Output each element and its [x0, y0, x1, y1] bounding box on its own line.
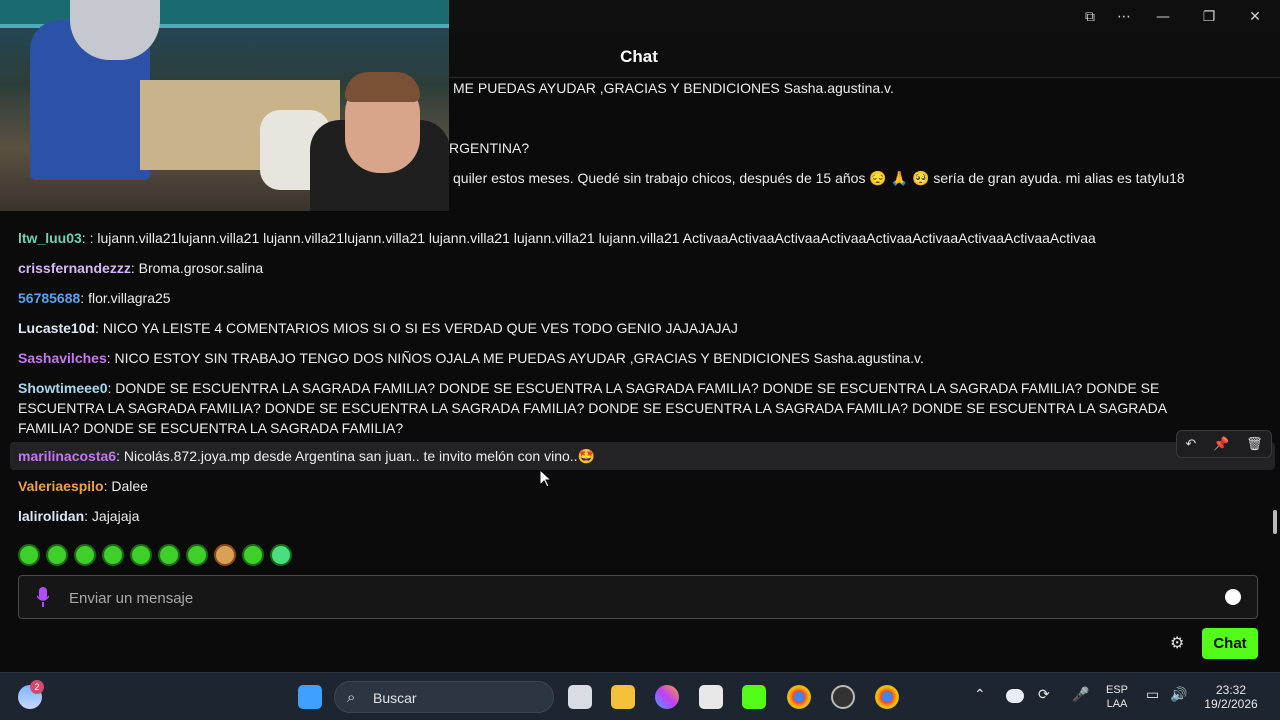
mic-icon[interactable]	[37, 587, 49, 607]
chat-message: crissfernandezzz: Broma.grosor.salina	[18, 260, 264, 276]
username[interactable]: Valeriaespilo	[18, 478, 104, 494]
minimize-icon[interactable]: —	[1152, 6, 1174, 28]
emote-icon[interactable]	[242, 544, 264, 566]
chevron-up-icon[interactable]: ⌃	[974, 687, 986, 701]
chat-message: lalirolidan: Jajajaja	[18, 508, 140, 524]
restore-icon[interactable]: ❐	[1198, 6, 1220, 28]
kick-icon[interactable]	[742, 685, 766, 709]
task-view-icon[interactable]	[568, 685, 592, 709]
emote-icon[interactable]	[130, 544, 152, 566]
volume-icon[interactable]: 🔊	[1170, 687, 1187, 701]
pin-icon[interactable]: 📌	[1213, 437, 1229, 452]
taskbar-search[interactable]: ⌕ Buscar	[334, 681, 554, 713]
chrome-profile-icon[interactable]	[875, 685, 899, 709]
partial-message: ME PUEDAS AYUDAR ,GRACIAS Y BENDICIONES …	[453, 80, 894, 96]
emote-icon[interactable]	[270, 544, 292, 566]
chat-message: ltw_luu03: : lujann.villa21lujann.villa2…	[18, 230, 1096, 246]
emote-icon[interactable]	[102, 544, 124, 566]
emote-icon[interactable]	[186, 544, 208, 566]
weather-badge: 2	[30, 680, 44, 694]
windows-taskbar: 2 ⌕ Buscar ⌃ ⟳ 🎤 ESP LAA ▭ 🔊 23:32 19/2/…	[0, 672, 1280, 720]
username[interactable]: Showtimeee0	[18, 380, 107, 396]
message-actions: ↶ 📌 🗑	[1176, 430, 1272, 458]
stream-video	[0, 0, 449, 211]
network-icon[interactable]: ▭	[1146, 687, 1159, 701]
emoji-picker-icon[interactable]	[1225, 589, 1241, 605]
message-input[interactable]	[69, 586, 1169, 610]
search-icon: ⌕	[347, 688, 356, 706]
sync-icon[interactable]: ⟳	[1038, 687, 1050, 701]
close-icon[interactable]: ✕	[1244, 6, 1266, 28]
emote-bar	[18, 544, 292, 566]
username[interactable]: 56785688	[18, 290, 80, 306]
delete-icon[interactable]: 🗑	[1246, 437, 1263, 452]
chrome-icon[interactable]	[787, 685, 811, 709]
reply-icon[interactable]: ↶	[1185, 437, 1196, 452]
chat-message: Valeriaespilo: Dalee	[18, 478, 148, 494]
chat-title: Chat	[620, 47, 658, 66]
clock[interactable]: 23:32 19/2/2026	[1198, 683, 1264, 711]
more-icon[interactable]: ⋯	[1113, 6, 1135, 28]
emote-icon[interactable]	[74, 544, 96, 566]
emote-icon[interactable]	[46, 544, 68, 566]
username[interactable]: crissfernandezzz	[18, 260, 131, 276]
username[interactable]: lalirolidan	[18, 508, 84, 524]
partial-message: RGENTINA?	[449, 140, 530, 156]
chat-message: marilinacosta6: Nicolás.872.joya.mp desd…	[18, 448, 595, 464]
chat-message: Sashavilches: NICO ESTOY SIN TRABAJO TEN…	[18, 350, 924, 366]
username[interactable]: ltw_luu03	[18, 230, 82, 246]
cursor-icon	[540, 470, 552, 488]
username[interactable]: marilinacosta6	[18, 448, 116, 464]
copilot-icon[interactable]	[655, 685, 679, 709]
emote-icon[interactable]	[214, 544, 236, 566]
scrollbar[interactable]	[1273, 510, 1277, 534]
microphone-icon[interactable]: 🎤	[1072, 687, 1089, 701]
message-input-container	[18, 575, 1258, 619]
search-label: Buscar	[373, 690, 417, 706]
username[interactable]: Sashavilches	[18, 350, 107, 366]
chat-message: 56785688: flor.villagra25	[18, 290, 171, 306]
file-explorer-icon[interactable]	[611, 685, 635, 709]
emote-icon[interactable]	[18, 544, 40, 566]
chat-message: Showtimeee0: DONDE SE ESCUENTRA LA SAGRA…	[18, 380, 1167, 436]
chat-message: Lucaste10d: NICO YA LEISTE 4 COMENTARIOS…	[18, 320, 738, 336]
emote-icon[interactable]	[158, 544, 180, 566]
obs-icon[interactable]	[831, 685, 855, 709]
send-chat-button[interactable]: Chat	[1202, 628, 1258, 659]
partial-message: quiler estos meses. Quedé sin trabajo ch…	[453, 170, 1185, 186]
onedrive-icon[interactable]	[1006, 689, 1024, 703]
windows-start-icon[interactable]	[298, 685, 322, 709]
username[interactable]: Lucaste10d	[18, 320, 95, 336]
settings-icon[interactable]: ⚙	[1170, 635, 1186, 651]
screen-icon[interactable]: ⧉	[1079, 6, 1101, 28]
language-indicator[interactable]: ESP LAA	[1104, 683, 1130, 711]
store-icon[interactable]	[699, 685, 723, 709]
